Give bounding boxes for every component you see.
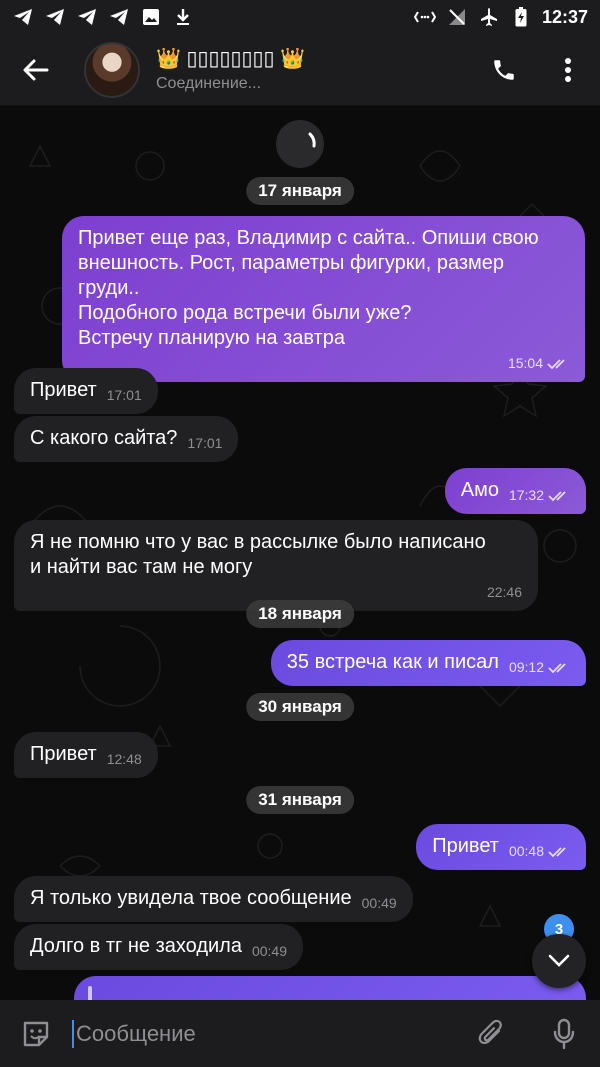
message-bubble[interactable]: Я не помню что у вас в рассылке было нап…	[14, 520, 538, 611]
microphone-icon	[553, 1018, 575, 1049]
message-text: Амо	[460, 479, 499, 501]
airplane-icon	[478, 6, 500, 28]
telegram-icon	[12, 6, 34, 28]
date-separator: 31 января	[246, 786, 354, 814]
chat-header: 👑 ▯▯▯▯▯▯▯▯ 👑 Соединение...	[0, 34, 600, 106]
phone-icon	[494, 59, 514, 80]
message-text: Привет еще раз, Владимир с сайта.. Опиши…	[78, 227, 539, 349]
message-text: 35 встреча как и писал	[286, 651, 499, 673]
message-bubble[interactable]: 35 встреча как и писал 09:12	[270, 640, 586, 686]
call-button[interactable]	[472, 34, 536, 106]
date-separator: 18 января	[246, 600, 354, 628]
voice-message-button[interactable]	[528, 1000, 600, 1067]
message-time: 00:49	[361, 895, 397, 911]
message-text: Привет	[30, 379, 97, 401]
message-text: Долго в тг не заходила	[30, 935, 242, 957]
emoji-button[interactable]	[0, 1000, 72, 1067]
message-time: 00:48	[508, 843, 544, 859]
read-checkmarks-icon	[548, 490, 566, 501]
read-checkmarks-icon	[548, 662, 566, 673]
message-list[interactable]: 17 января Привет еще раз, Владимир с сай…	[0, 106, 600, 1000]
message-text: С какого сайта?	[30, 427, 178, 449]
message-bubble[interactable]: Привет еще раз, Владимир с сайта.. Опиши…	[62, 216, 585, 382]
message-bubble[interactable]: С какого сайта? 17:01	[14, 416, 239, 462]
date-separator: 17 января	[246, 177, 354, 205]
message-time: 09:12	[508, 659, 544, 675]
more-vertical-icon	[565, 57, 571, 82]
back-button[interactable]	[0, 34, 72, 106]
message-bubble[interactable]: Долго в тг не заходила 00:49	[14, 924, 304, 970]
chat-title: 👑 ▯▯▯▯▯▯▯▯ 👑	[156, 48, 305, 70]
message-time: 00:49	[251, 943, 288, 959]
message-text: Я не помню что у вас в рассылке было нап…	[30, 531, 486, 578]
message-time: 17:01	[106, 387, 142, 403]
message-bubble[interactable]: Амо 17:32	[444, 468, 586, 514]
message-bubble[interactable]: Привет 17:01	[14, 368, 158, 414]
connection-status: Соединение...	[156, 75, 262, 92]
no-signal-icon	[446, 6, 468, 28]
chevron-down-icon	[548, 954, 570, 967]
message-text: Привет	[30, 743, 97, 765]
message-bubble[interactable]: Я только увидела твое сообщение 00:49	[14, 876, 413, 922]
message-text: Я только увидела твое сообщение	[30, 887, 352, 909]
notification-icons	[12, 6, 194, 28]
avatar[interactable]	[84, 41, 140, 98]
text-cursor	[72, 1019, 74, 1048]
arrow-left-icon	[23, 59, 49, 80]
message-bubble[interactable]: Привет 12:48	[14, 732, 158, 778]
more-options-button[interactable]	[536, 34, 600, 106]
status-bar: 12:37	[0, 0, 600, 34]
scroll-down-button[interactable]	[532, 934, 586, 988]
telegram-icon	[76, 6, 98, 28]
loading-spinner	[276, 120, 324, 168]
message-bubble[interactable]: Привет 00:48	[416, 824, 586, 870]
clock: 12:37	[541, 6, 588, 27]
date-separator: 30 января	[246, 693, 354, 721]
telegram-icon	[108, 6, 130, 28]
chat-info[interactable]: 👑 ▯▯▯▯▯▯▯▯ 👑 Соединение...	[156, 46, 305, 93]
message-time: 15:04	[507, 355, 543, 371]
paperclip-icon	[478, 1019, 502, 1044]
download-icon	[172, 6, 194, 28]
sticker-icon	[23, 1021, 49, 1046]
message-input[interactable]	[76, 1020, 456, 1047]
read-checkmarks-icon	[548, 846, 566, 857]
image-icon	[140, 6, 162, 28]
message-time: 12:48	[106, 751, 142, 767]
attach-button[interactable]	[456, 1000, 528, 1067]
message-time: 22:46	[486, 584, 522, 600]
telegram-icon	[44, 6, 66, 28]
message-time: 17:32	[508, 487, 544, 503]
message-text: Привет	[432, 835, 499, 857]
message-time: 17:01	[187, 435, 223, 451]
battery-icon	[510, 6, 532, 28]
read-checkmarks-icon	[547, 358, 565, 369]
message-composer	[0, 1000, 600, 1067]
data-arrows-icon	[413, 6, 436, 28]
